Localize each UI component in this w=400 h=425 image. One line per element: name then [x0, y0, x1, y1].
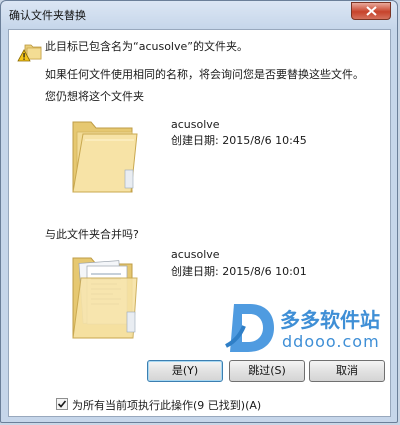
apply-all-label[interactable]: 为所有当前项执行此操作(9 已找到)(A): [72, 397, 261, 413]
message-line-1: 此目标已包含名为“acusolve”的文件夹。: [45, 40, 248, 53]
dialog-content: 此目标已包含名为“acusolve”的文件夹。 如果任何文件使用相同的名称，将会…: [8, 29, 391, 417]
message-line-2: 如果任何文件使用相同的名称，将会询问您是否要替换这些文件。: [45, 68, 364, 81]
yes-button[interactable]: 是(Y): [147, 360, 223, 382]
close-button[interactable]: [351, 2, 391, 20]
watermark-brand-cn: 多多软件站: [280, 308, 380, 332]
merge-question: 与此文件夹合并吗?: [45, 228, 139, 241]
title-bar[interactable]: 确认文件夹替换: [1, 1, 397, 29]
watermark-brand-url: ddooo.com: [282, 332, 380, 351]
cancel-button[interactable]: 取消: [309, 360, 385, 382]
existing-folder-icon: [72, 121, 138, 193]
checkmark-icon: [57, 400, 67, 408]
source-folder-name: acusolve: [171, 248, 220, 261]
message-line-3: 您仍想将这个文件夹: [45, 90, 144, 103]
source-folder-icon: [72, 257, 138, 339]
close-icon: [366, 6, 377, 16]
warning-folder-icon: [17, 44, 42, 62]
skip-button[interactable]: 跳过(S): [229, 360, 305, 382]
existing-folder-name: acusolve: [171, 118, 220, 131]
dialog-window: 确认文件夹替换 此目标已包含名为“acusolve”的文件夹。 如果任何文件使用…: [0, 0, 398, 423]
existing-folder-date: 创建日期: 2015/8/6 10:45: [171, 134, 307, 147]
apply-all-checkbox[interactable]: [56, 398, 68, 410]
watermark-logo-icon: [225, 304, 274, 352]
window-title: 确认文件夹替换: [9, 9, 86, 22]
source-folder-date: 创建日期: 2015/8/6 10:01: [171, 265, 307, 278]
